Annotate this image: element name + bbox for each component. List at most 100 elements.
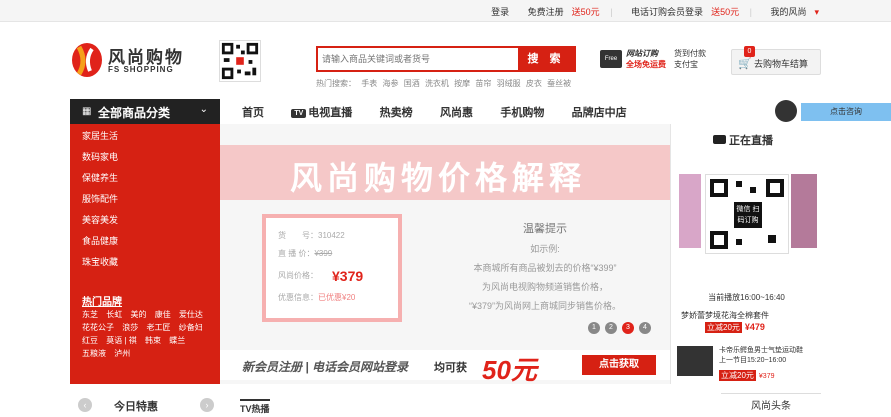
brand-link[interactable]: 五粮液 xyxy=(82,347,106,360)
divider: | xyxy=(610,7,613,17)
brand-link[interactable]: 美的 xyxy=(130,308,146,321)
hot-term[interactable]: 皮衣 xyxy=(526,79,542,88)
reg-promo-text: 新会员注册 | 电话会员网站登录 xyxy=(242,360,409,374)
hot-term[interactable]: 海参 xyxy=(382,79,398,88)
search-input[interactable] xyxy=(320,50,518,68)
consult-button[interactable]: 点击咨询 xyxy=(801,103,891,121)
price-example-box: 货 号：310422 直 播 价：¥399 风尚价格： ¥379 优惠信息：已优… xyxy=(262,214,402,322)
price-row-discount: 优惠信息：已优惠¥20 xyxy=(278,293,356,302)
claim-button[interactable]: 点击获取 xyxy=(582,355,656,375)
phone-login-link[interactable]: 电话订购会员登录 送50元 xyxy=(623,7,739,17)
nav-items: 首页 TV 电视直播 热卖榜 风尚惠 手机购物 品牌店中店 xyxy=(242,104,651,120)
brand-link[interactable]: 浪莎 xyxy=(122,321,138,334)
cart-count-badge: 0 xyxy=(744,46,755,57)
live-header: 正在直播 xyxy=(713,132,773,148)
product-thumbnail[interactable] xyxy=(791,174,817,248)
brand-link[interactable]: 长虹 xyxy=(106,308,122,321)
price-row-online: ¥379 xyxy=(332,268,364,284)
hot-search: 热门搜索： 手表 海参 国酒 洗衣机 按摩 苗帘 羽绒服 皮衣 蚕丝被 xyxy=(316,78,574,89)
sidebar-item-digital[interactable]: 数码家电 xyxy=(82,150,118,163)
previous-program[interactable]: 卡帝乐鳄鱼男士气垫运动鞋 上一节目15:20~16:00 立减20元 ¥379 xyxy=(677,346,822,382)
reg-promo-amount: 50元 xyxy=(482,355,537,385)
hot-search-label: 热门搜索： xyxy=(316,79,356,88)
top-links: 登录 免费注册 送50元 | 电话订购会员登录 送50元 | 我的风尚 ▾ xyxy=(483,5,819,18)
brand-link[interactable]: 韩束 xyxy=(145,334,161,347)
brand-link[interactable]: 康佳 xyxy=(155,308,171,321)
product-thumbnail[interactable] xyxy=(679,174,701,248)
next-arrow-icon[interactable]: › xyxy=(200,398,214,412)
promo-online-order: 网站订购 xyxy=(626,49,658,58)
price-tip: 温馨提示 如示例: 本商城所有商品被划去的价格“¥399” 为风尚电视购物频道销… xyxy=(430,220,660,312)
nav-item-hot-list[interactable]: 热卖榜 xyxy=(380,104,413,120)
brand-link[interactable]: 莫语 | 祺 xyxy=(106,334,137,347)
register-link[interactable]: 免费注册 送50元 xyxy=(520,7,600,17)
caret-down-icon: ▾ xyxy=(814,7,819,17)
my-account-link[interactable]: 我的风尚 ▾ xyxy=(762,7,819,17)
live-time: 当前播放16:00~16:40 xyxy=(708,293,785,302)
brand-link[interactable]: 泸州 xyxy=(114,347,130,360)
sidebar-item-home-living[interactable]: 家居生活 xyxy=(82,129,118,142)
main-banner[interactable]: 风尚购物价格解释 货 号：310422 直 播 价：¥399 风尚价格： ¥37… xyxy=(220,124,670,385)
prev-program-title: 卡帝乐鳄鱼男士气垫运动鞋 上一节目15:20~16:00 xyxy=(719,347,803,364)
cart-button[interactable]: 🛒 0 去购物车结算 xyxy=(731,46,821,75)
sidebar-item-food[interactable]: 食品健康 xyxy=(82,234,118,247)
tv-hot-title[interactable]: TV热播 xyxy=(240,399,270,415)
pager-dot[interactable]: 2 xyxy=(605,322,617,334)
chevron-down-icon: ⌄ xyxy=(199,104,208,115)
headlines-title: 风尚头条 xyxy=(721,393,821,412)
price-row-sku: 货 号：310422 xyxy=(278,231,345,240)
nav-item-tv-live[interactable]: TV 电视直播 xyxy=(291,104,352,120)
live-price: 立减20元 ¥479 xyxy=(705,322,765,333)
category-sidebar: 家居生活 数码家电 保健养生 服饰配件 美容美发 食品健康 珠宝收藏 热门品牌 … xyxy=(70,124,220,384)
hot-brands-title: 热门品牌 xyxy=(82,297,122,308)
wechat-qr-code: 微信 扫码订购 xyxy=(705,174,789,254)
brand-link[interactable]: 花花公子 xyxy=(82,321,114,334)
grid-icon: ▦ xyxy=(82,106,92,117)
nav-item-deals[interactable]: 风尚惠 xyxy=(440,104,473,120)
nav-item-mobile[interactable]: 手机购物 xyxy=(500,104,544,120)
sidebar-item-apparel[interactable]: 服饰配件 xyxy=(82,192,118,205)
nav-item-home[interactable]: 首页 xyxy=(242,104,264,120)
brand-link[interactable]: 爱仕达 xyxy=(179,308,203,321)
registration-promo[interactable]: 新会员注册 | 电话会员网站登录 均可获 50元 点击获取 xyxy=(220,350,670,385)
pager-dot[interactable]: 4 xyxy=(639,322,651,334)
cart-icon: 🛒 xyxy=(738,58,752,70)
logo[interactable]: 风尚购物 FS SHOPPING xyxy=(70,41,185,81)
logo-mark-icon xyxy=(72,43,102,77)
pager-dot-active[interactable]: 3 xyxy=(622,322,634,334)
brand-link[interactable]: 纱备妇 xyxy=(179,321,203,334)
consult-widget: 点击咨询 xyxy=(761,99,891,124)
sidebar-item-health-care[interactable]: 保健养生 xyxy=(82,171,118,184)
brand-link[interactable]: 蝶兰 xyxy=(169,334,185,347)
brand-link[interactable]: 红豆 xyxy=(82,334,98,347)
sidebar-item-jewelry[interactable]: 珠宝收藏 xyxy=(82,255,118,268)
nav-item-brand-stores[interactable]: 品牌店中店 xyxy=(572,104,627,120)
hot-term[interactable]: 洗衣机 xyxy=(425,79,449,88)
prev-arrow-icon[interactable]: ‹ xyxy=(78,398,92,412)
login-link[interactable]: 登录 xyxy=(491,7,509,17)
wechat-label: 微信 扫码订购 xyxy=(734,202,762,228)
divider: | xyxy=(749,7,752,17)
search-button[interactable]: 搜 索 xyxy=(518,48,574,70)
pager-dot[interactable]: 1 xyxy=(588,322,600,334)
brand-link[interactable]: 老工匠 xyxy=(146,321,170,334)
sidebar-item-beauty[interactable]: 美容美发 xyxy=(82,213,118,226)
tv-icon: TV xyxy=(291,109,307,118)
promo-cod: 货到付款 xyxy=(674,49,706,58)
hot-term[interactable]: 国酒 xyxy=(404,79,420,88)
logo-subtitle: FS SHOPPING xyxy=(108,65,174,74)
brand-link[interactable]: 东芝 xyxy=(82,308,98,321)
main-nav: ▦ 全部商品分类 ⌄ 首页 TV 电视直播 热卖榜 风尚惠 手机购物 品牌店中店 … xyxy=(70,99,891,124)
promo-free-shipping: 全场免运费 xyxy=(626,60,666,69)
hot-term[interactable]: 手表 xyxy=(361,79,377,88)
hot-term[interactable]: 按摩 xyxy=(454,79,470,88)
site-header: 风尚购物 FS SHOPPING 搜 索 热门搜索： 手表 海参 国酒 洗衣机 … xyxy=(0,22,891,96)
hot-term[interactable]: 羽绒服 xyxy=(497,79,521,88)
cart-label: 去购物车结算 xyxy=(754,59,809,69)
product-thumbnail xyxy=(677,346,713,376)
all-categories-dropdown[interactable]: ▦ 全部商品分类 ⌄ xyxy=(70,99,220,124)
top-bar: 登录 免费注册 送50元 | 电话订购会员登录 送50元 | 我的风尚 ▾ xyxy=(0,0,891,22)
live-program[interactable]: 梦娇蕾梦境花海全棉套件 xyxy=(681,310,769,321)
hot-term[interactable]: 蚕丝被 xyxy=(547,79,571,88)
hot-term[interactable]: 苗帘 xyxy=(475,79,491,88)
